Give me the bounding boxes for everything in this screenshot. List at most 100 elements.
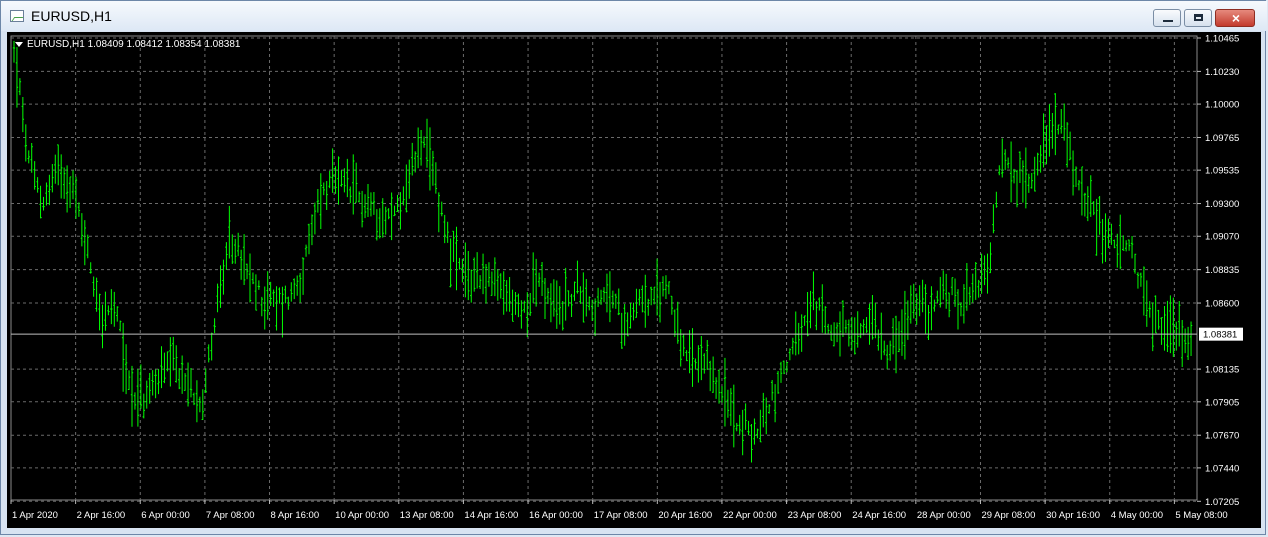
ohlc-bar	[1065, 122, 1069, 168]
ohlc-bar	[732, 384, 735, 448]
ohlc-bar	[301, 257, 305, 295]
ohlc-bar	[989, 242, 992, 274]
title-bar[interactable]: EURUSD,H1 ×	[1, 1, 1267, 31]
x-tick-label: 5 May 08:00	[1175, 510, 1227, 521]
ohlc-bar	[1169, 295, 1172, 354]
y-tick-label: 1.07205	[1205, 497, 1239, 508]
ohlc-bar	[1148, 301, 1151, 318]
ohlc-bar	[1009, 141, 1013, 203]
ohlc-bar	[481, 253, 485, 295]
ohlc-bar	[234, 238, 237, 264]
ohlc-bar	[540, 262, 544, 296]
ohlc-bar	[419, 130, 423, 166]
chart-area[interactable]: 1.10465 1.10230 1.10000 1.09765 1.09535 1.093…	[7, 32, 1261, 528]
ohlc-bar	[520, 300, 523, 329]
ohlc-bar	[83, 220, 86, 266]
dropdown-triangle-icon[interactable]	[15, 42, 23, 47]
window-controls: ×	[1153, 9, 1255, 27]
ohlc-bar	[995, 191, 998, 208]
maximize-button[interactable]	[1184, 9, 1212, 27]
ohlc-bar	[440, 201, 443, 217]
ohlc-bar	[652, 286, 656, 305]
ohlc-bar	[747, 420, 750, 436]
ohlc-bar	[1068, 131, 1072, 161]
ohlc-bar	[77, 202, 81, 217]
ohlc-bar	[322, 182, 325, 196]
ohlc-bar	[98, 293, 101, 331]
ohlc-bar	[437, 192, 440, 233]
ohlc-bar	[685, 350, 688, 362]
ohlc-bar	[408, 159, 411, 199]
ohlc-bar	[458, 257, 461, 270]
ohlc-bar	[983, 255, 986, 286]
ohlc-bar	[998, 165, 1001, 176]
ohlc-bar	[1036, 152, 1039, 176]
ohlc-bar	[293, 278, 296, 300]
x-tick-label: 24 Apr 16:00	[852, 510, 906, 521]
ohlc-bar	[296, 275, 299, 296]
ohlc-bar	[688, 330, 691, 374]
ohlc-bar	[723, 357, 727, 427]
ohlc-bar	[355, 162, 358, 203]
close-button[interactable]: ×	[1215, 9, 1255, 27]
ohlc-bar	[319, 173, 322, 229]
ohlc-bar	[1006, 157, 1010, 169]
ohlc-bar	[195, 380, 199, 423]
ohlc-bar	[853, 317, 856, 355]
ohlc-bar	[894, 315, 898, 374]
ohlc-bar	[1119, 214, 1122, 270]
ohlc-bar	[900, 309, 904, 356]
y-tick-label: 1.07905	[1205, 397, 1239, 408]
ohlc-bar	[369, 192, 373, 217]
ohlc-bar	[865, 316, 868, 333]
minimize-button[interactable]	[1153, 9, 1181, 27]
y-tick-label: 1.08600	[1205, 299, 1239, 310]
x-tick-label: 16 Apr 00:00	[529, 510, 583, 521]
x-tick-label: 7 Apr 08:00	[206, 510, 255, 521]
ohlc-bar	[608, 271, 612, 323]
ohlc-bar	[918, 285, 921, 317]
ohlc-bar	[110, 289, 113, 325]
ohlc-bar	[257, 280, 261, 290]
ohlc-bar	[1186, 326, 1190, 360]
ohlc-bar	[1074, 166, 1078, 187]
ohlc-bar	[145, 380, 148, 409]
ohlc-bar	[499, 273, 502, 299]
ohlc-bar	[596, 287, 600, 307]
ohlc-bar	[452, 230, 455, 263]
ohlc-bar	[762, 392, 765, 428]
ohlc-bar	[676, 301, 679, 344]
ohlc-bar	[360, 190, 364, 228]
ohlc-bar	[1113, 239, 1116, 249]
ohlc-bar	[829, 324, 833, 341]
ohlc-bar	[1166, 300, 1169, 352]
ohlc-bar	[366, 183, 370, 217]
ohlc-bar	[275, 286, 278, 331]
ohlc-bar	[729, 388, 733, 426]
ohlc-bar	[254, 274, 258, 311]
ohlc-bar	[921, 279, 924, 313]
ohlc-bar	[1018, 151, 1022, 184]
ohlc-bar	[567, 290, 570, 307]
ohlc-bar	[962, 284, 966, 324]
ohlc-bar	[74, 176, 78, 219]
ohlc-bar	[346, 158, 349, 198]
ohlc-bar	[175, 345, 178, 383]
ohlc-bar	[387, 208, 390, 220]
price-chart[interactable]: 1.10465 1.10230 1.10000 1.09765 1.09535 1.093…	[7, 32, 1261, 528]
ohlc-bar	[154, 369, 157, 399]
ohlc-bar	[1154, 295, 1157, 334]
ohlc-bar	[859, 323, 862, 339]
ohlc-bar	[24, 124, 27, 162]
symbol-ohlc-readout: EURUSD,H1 1.08409 1.08412 1.08354 1.0838…	[27, 39, 241, 50]
ohlc-bar	[340, 170, 343, 187]
ohlc-bar	[284, 285, 287, 304]
ohlc-bar	[1151, 302, 1154, 352]
ohlc-bar	[207, 344, 210, 363]
ohlc-bar	[862, 319, 865, 336]
ohlc-bar	[750, 424, 753, 463]
ohlc-bar	[328, 170, 331, 189]
ohlc-bar	[86, 234, 89, 259]
ohlc-bar	[735, 422, 738, 432]
ohlc-bar	[537, 272, 541, 287]
